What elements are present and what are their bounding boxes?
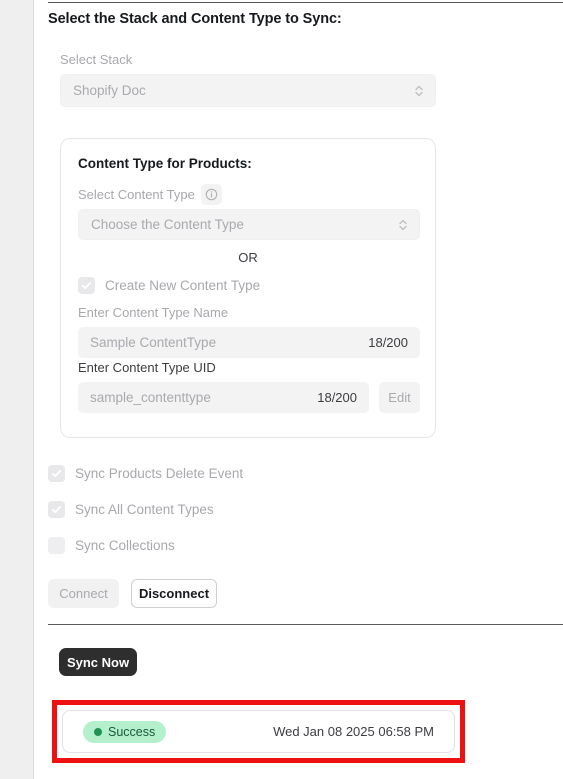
select-content-type-value: Choose the Content Type [91, 217, 244, 232]
select-content-type-dropdown[interactable]: Choose the Content Type [78, 209, 420, 240]
create-new-content-type-checkbox-row[interactable]: Create New Content Type [78, 277, 260, 294]
content-type-name-input[interactable]: Sample ContentType 18/200 [78, 327, 420, 358]
status-badge-label: Success [108, 724, 156, 739]
edit-uid-button[interactable]: Edit [379, 382, 420, 413]
sync-all-content-types-row[interactable]: Sync All Content Types [48, 501, 214, 518]
disconnect-button[interactable]: Disconnect [131, 579, 217, 608]
content-type-uid-label: Enter Content Type UID [78, 360, 216, 375]
content-type-card: Content Type for Products: Select Conten… [60, 138, 436, 438]
sync-collections-row[interactable]: Sync Collections [48, 537, 175, 554]
checkbox-checked-icon[interactable] [78, 277, 95, 294]
select-stack-dropdown[interactable]: Shopify Doc [60, 74, 436, 107]
select-stack-label: Select Stack [60, 52, 133, 67]
checkbox-checked-icon[interactable] [48, 501, 65, 518]
status-badge: Success [83, 720, 167, 743]
checkbox-unchecked-icon[interactable] [48, 537, 65, 554]
content-type-uid-value: sample_contenttype [90, 390, 211, 405]
content-type-uid-counter: 18/200 [317, 390, 357, 405]
content-type-name-counter: 18/200 [368, 335, 408, 350]
sync-products-delete-event-row[interactable]: Sync Products Delete Event [48, 465, 243, 482]
content-panel: Select the Stack and Content Type to Syn… [34, 0, 563, 779]
sync-collections-label: Sync Collections [75, 538, 175, 553]
content-type-uid-input[interactable]: sample_contenttype 18/200 [78, 382, 369, 413]
connection-button-row: Connect Disconnect [48, 579, 217, 608]
top-divider [48, 2, 563, 3]
left-rail [0, 0, 34, 779]
page-title: Select the Stack and Content Type to Syn… [48, 11, 342, 27]
sync-all-content-types-label: Sync All Content Types [75, 502, 214, 517]
sync-products-delete-event-label: Sync Products Delete Event [75, 466, 244, 481]
content-type-card-title: Content Type for Products: [78, 156, 252, 171]
sync-status-card: Success Wed Jan 08 2025 06:58 PM [62, 710, 455, 753]
status-dot-icon [94, 727, 102, 736]
up-down-chevron-icon [413, 83, 425, 99]
select-stack-value: Shopify Doc [73, 83, 146, 98]
sync-now-button[interactable]: Sync Now [59, 648, 137, 676]
info-icon[interactable] [200, 184, 222, 205]
connect-button[interactable]: Connect [48, 579, 119, 608]
create-new-content-type-label: Create New Content Type [105, 278, 261, 293]
status-timestamp: Wed Jan 08 2025 06:58 PM [273, 724, 434, 739]
section-divider [48, 624, 563, 625]
content-type-name-value: Sample ContentType [90, 335, 217, 350]
content-type-name-label: Enter Content Type Name [78, 305, 229, 320]
up-down-chevron-icon [397, 217, 409, 233]
checkbox-checked-icon[interactable] [48, 465, 65, 482]
select-content-type-label-row: Select Content Type [78, 184, 222, 205]
select-content-type-label: Select Content Type [78, 187, 195, 202]
or-separator-label: OR [238, 250, 258, 265]
settings-page: Select the Stack and Content Type to Syn… [0, 0, 563, 779]
